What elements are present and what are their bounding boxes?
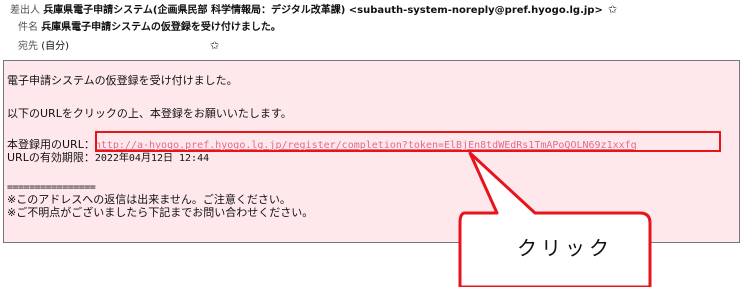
click-label: クリック	[517, 236, 613, 260]
